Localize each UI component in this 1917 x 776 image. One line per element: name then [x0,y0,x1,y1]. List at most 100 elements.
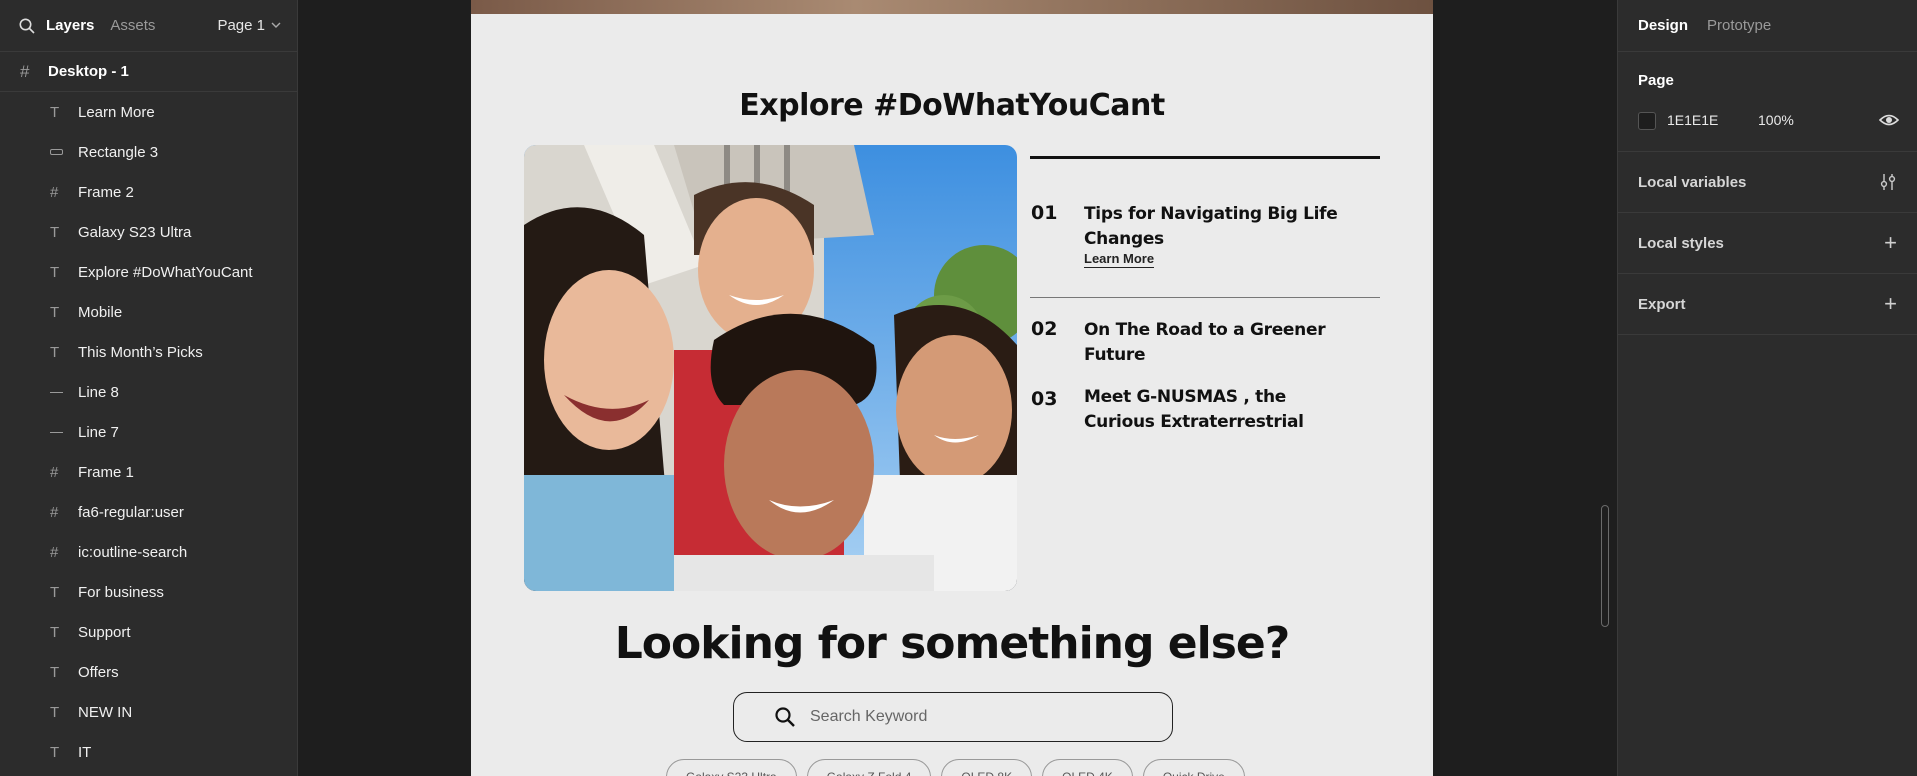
page-selector[interactable]: Page 1 [217,17,281,34]
suggestion-chips: Galaxy S23 Ultra Galaxy Z Fold 4 OLED 8K… [666,759,1245,776]
layer-item[interactable]: T NEW IN [0,692,297,732]
search-icon [775,707,795,727]
sliders-icon[interactable] [1879,173,1897,191]
plus-icon[interactable]: + [1884,230,1897,256]
layer-item[interactable]: Line 8 [0,372,297,412]
plus-icon[interactable]: + [1884,291,1897,317]
page-selector-label: Page 1 [217,17,265,34]
item-title[interactable]: Meet G-NUSMAS , the Curious Extraterrest… [1084,385,1354,435]
explore-title[interactable]: Explore #DoWhatYouCant [471,88,1433,123]
section-label: Local variables [1638,173,1747,191]
layer-label: Explore #DoWhatYouCant [78,263,253,281]
layer-item[interactable]: T Mobile [0,292,297,332]
text-icon: T [50,663,60,681]
canvas-scrollbar[interactable] [1601,505,1609,627]
line-icon [50,431,78,433]
local-styles-section[interactable]: Local styles + [1618,213,1917,274]
hero-image-edge [471,0,1433,14]
layer-item[interactable]: T For business [0,572,297,612]
frame-icon: # [50,463,59,481]
layer-frame-desktop-1[interactable]: # Desktop - 1 [0,52,297,92]
divider-line [1030,297,1380,298]
local-variables-section[interactable]: Local variables [1618,152,1917,213]
search-icon[interactable] [18,17,36,35]
text-icon: T [50,263,60,281]
chip[interactable]: Quick Drive [1142,759,1245,776]
friends-selfie-photo[interactable] [524,145,1017,591]
text-icon: T [50,703,60,721]
text-icon: T [50,743,60,761]
layer-label: Support [78,623,131,641]
layers-panel: Layers Assets Page 1 # Desktop - 1 T Lear… [0,0,298,776]
learn-more-link[interactable]: Learn More [1084,251,1155,268]
section-label: Export [1638,295,1686,313]
tab-design[interactable]: Design [1638,17,1688,34]
tab-assets[interactable]: Assets [110,17,155,34]
properties-tabs: Design Prototype [1618,0,1917,52]
layers-panel-header: Layers Assets Page 1 [0,0,297,52]
looking-title[interactable]: Looking for something else? [471,618,1433,669]
layer-item[interactable]: # Frame 2 [0,172,297,212]
frame-icon: # [50,543,59,561]
tab-prototype[interactable]: Prototype [1707,17,1771,34]
item-number: 03 [1031,388,1058,410]
design-canvas[interactable]: Explore #DoWhatYouCant 01 Tips for Navig… [298,0,1617,776]
page-color-opacity[interactable]: 100% [1758,112,1794,128]
layer-label: ic:outline-search [78,543,188,561]
layer-label: For business [78,583,164,601]
line-icon [50,391,78,393]
text-icon: T [50,223,60,241]
layer-label: Desktop - 1 [48,63,129,80]
layer-item[interactable]: Rectangle 3 [0,132,297,172]
text-icon: T [50,623,60,641]
page-section: Page 1E1E1E 100% [1618,52,1917,152]
layer-item[interactable]: T Galaxy S23 Ultra [0,212,297,252]
page-color-swatch[interactable] [1638,112,1656,130]
search-input[interactable] [810,708,1110,726]
layer-label: Line 8 [78,383,119,401]
layer-label: fa6-regular:user [78,503,184,521]
layer-label: Offers [78,663,119,681]
chip[interactable]: OLED 8K [941,759,1033,776]
page-color-hex[interactable]: 1E1E1E [1667,112,1718,128]
page-section-heading: Page [1638,72,1674,89]
frame-icon: # [50,503,59,521]
layer-label: Galaxy S23 Ultra [78,223,192,241]
frame-icon: # [20,61,30,81]
export-section[interactable]: Export + [1618,274,1917,335]
layer-label: Learn More [78,103,155,121]
layer-label: Frame 2 [78,183,134,201]
layer-item[interactable]: T Explore #DoWhatYouCant [0,252,297,292]
layer-label: Rectangle 3 [78,143,159,161]
text-icon: T [50,583,60,601]
chevron-down-icon [271,22,281,28]
layer-item[interactable]: Line 7 [0,412,297,452]
layer-item[interactable]: T Support [0,612,297,652]
layer-item[interactable]: # ic:outline-search [0,532,297,572]
artboard-desktop-1[interactable]: Explore #DoWhatYouCant 01 Tips for Navig… [471,0,1433,776]
item-number: 02 [1031,318,1058,340]
item-title[interactable]: On The Road to a Greener Future [1084,318,1384,368]
layer-item[interactable]: T Offers [0,652,297,692]
chip[interactable]: Galaxy S23 Ultra [666,759,797,776]
layer-label: Frame 1 [78,463,134,481]
chip[interactable]: OLED 4K [1042,759,1133,776]
item-title[interactable]: Tips for Navigating Big Life Changes [1084,202,1384,252]
text-icon: T [50,303,60,321]
frame-icon: # [50,183,59,201]
layer-item[interactable]: # Frame 1 [0,452,297,492]
rectangle-icon [50,149,78,155]
keyword-search-box[interactable] [733,692,1173,742]
layer-item[interactable]: T IT [0,732,297,772]
text-icon: T [50,103,60,121]
divider-line-top [1030,156,1380,159]
text-icon: T [50,343,60,361]
chip[interactable]: Galaxy Z Fold 4 [806,759,932,776]
eye-icon[interactable] [1879,112,1899,128]
layer-item[interactable]: T Learn More [0,92,297,132]
layer-list: T Learn More Rectangle 3 # Frame 2 T Galaxy… [0,92,297,772]
layer-item[interactable]: T This Month’s Picks [0,332,297,372]
layer-item[interactable]: # fa6-regular:user [0,492,297,532]
layer-label: NEW IN [78,703,133,721]
tab-layers[interactable]: Layers [46,17,94,34]
